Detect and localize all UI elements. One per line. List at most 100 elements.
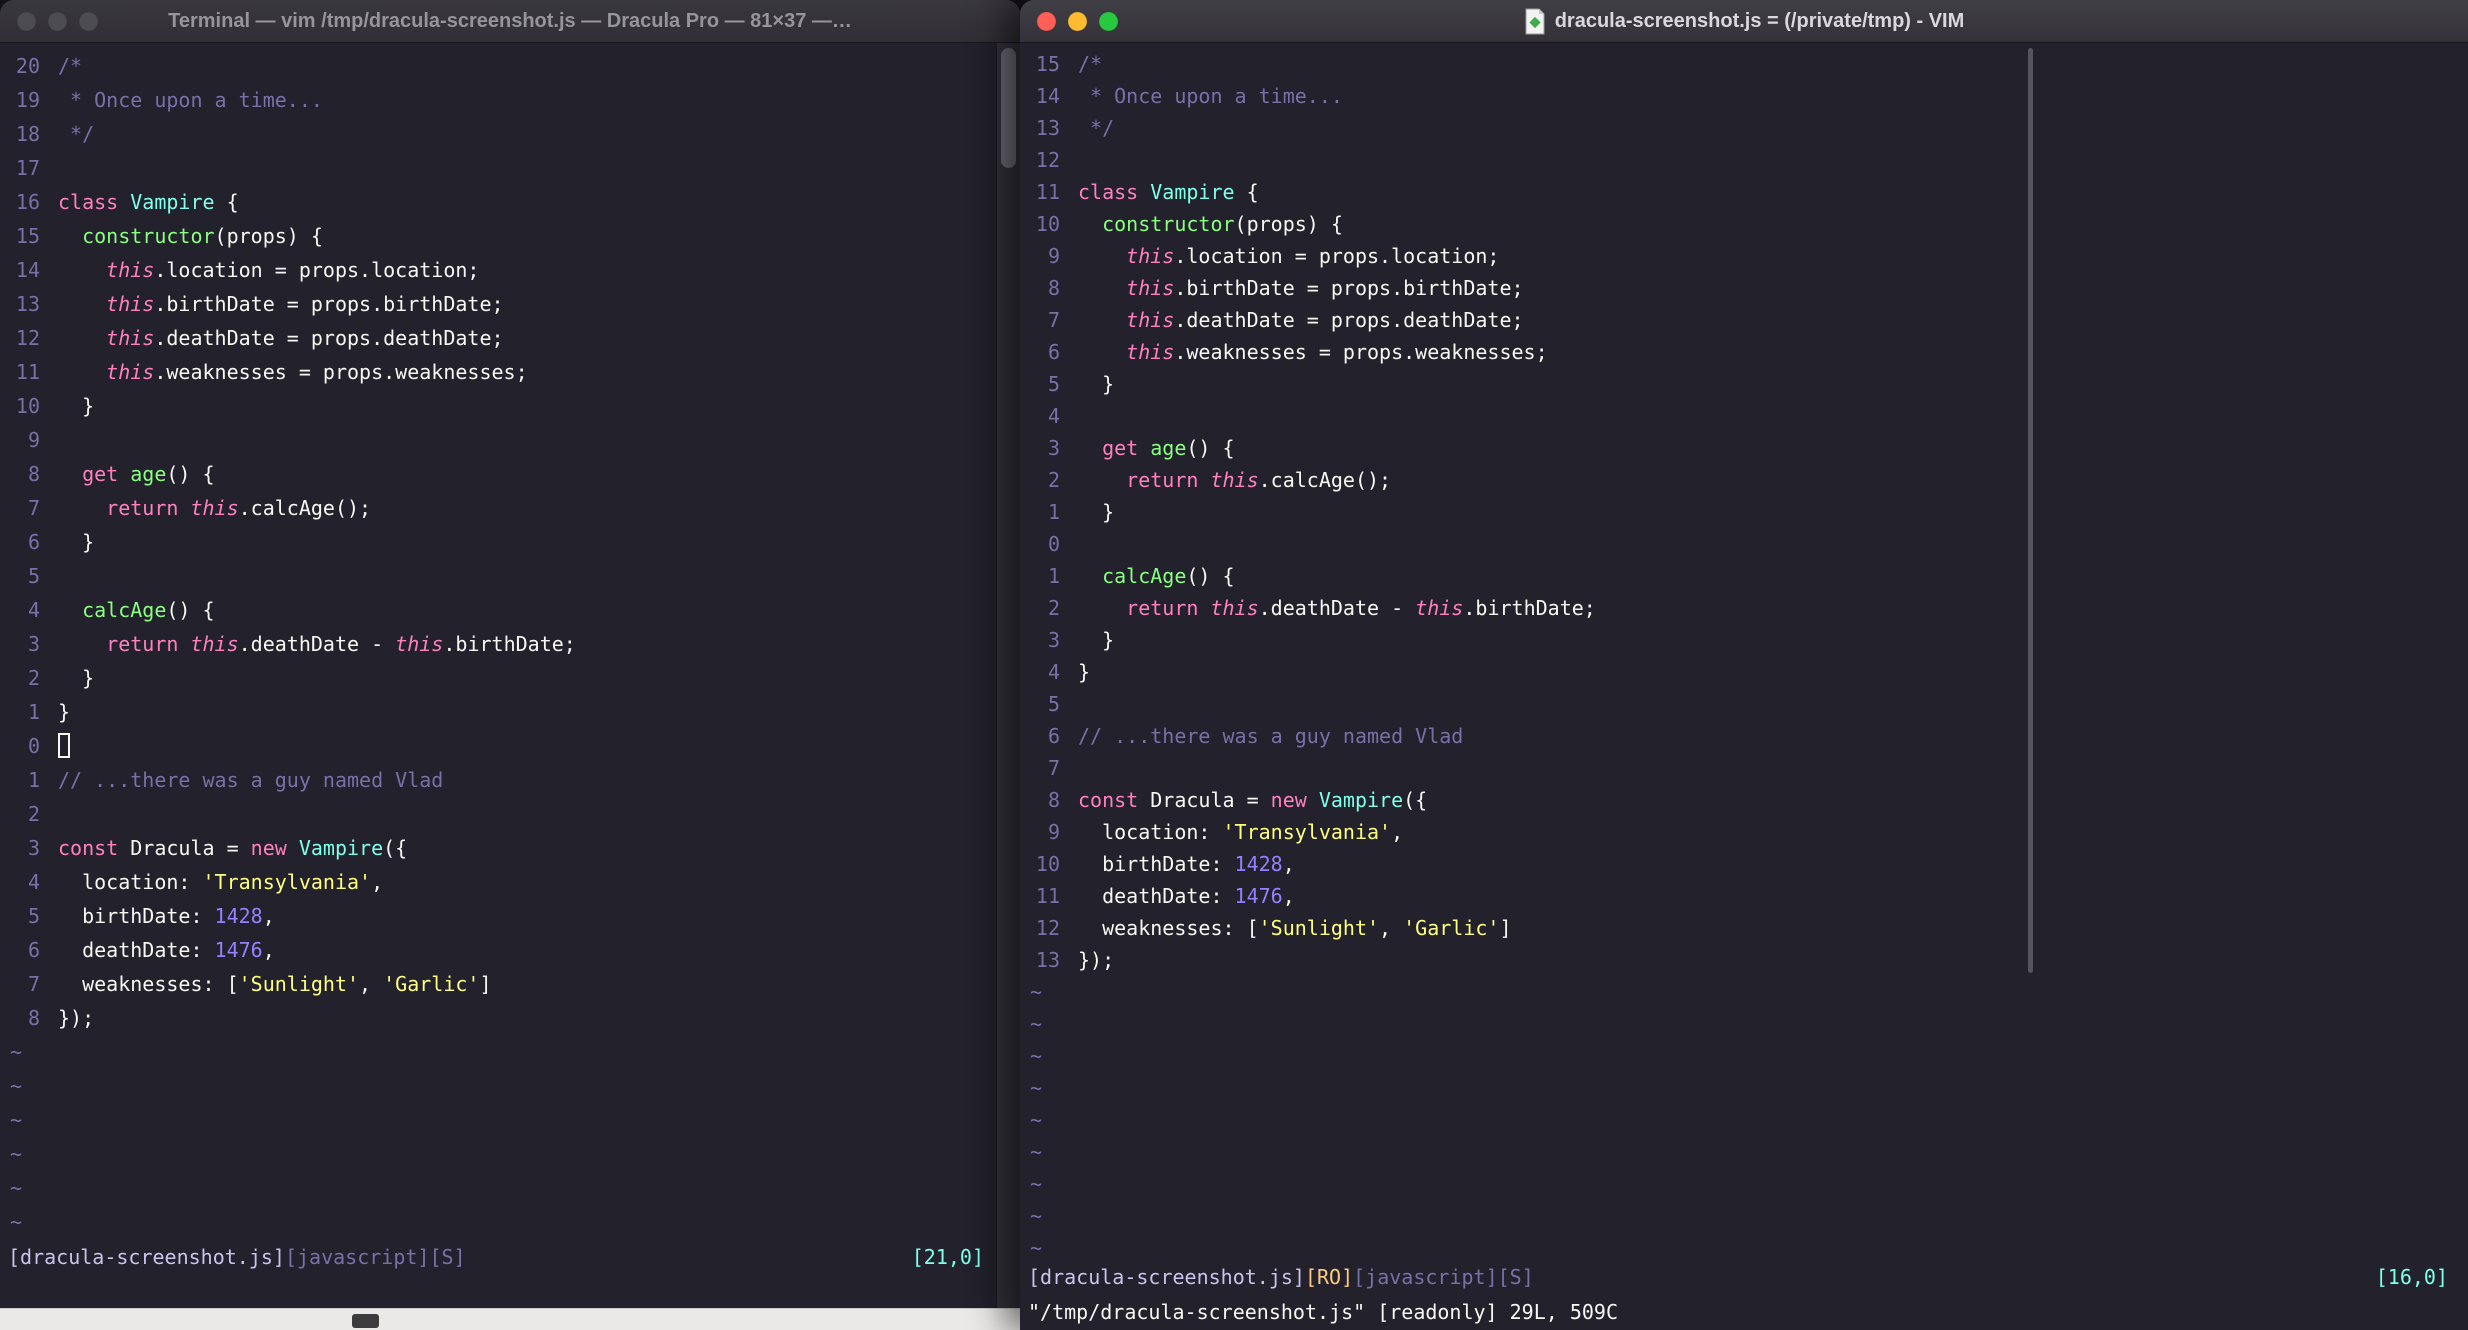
zoom-button[interactable] <box>1099 11 1118 31</box>
code-text: class Vampire { <box>58 190 239 214</box>
code-text: return this.calcAge(); <box>106 496 372 520</box>
code-line: 6 } <box>10 525 996 559</box>
code-text: calcAge() { <box>1102 564 1235 588</box>
minimize-button[interactable] <box>1068 11 1087 31</box>
code-line: 8 const Dracula = new Vampire({ <box>1030 784 2468 816</box>
code-text: this.deathDate = props.deathDate; <box>1126 308 1524 332</box>
line-number: 19 <box>15 88 40 112</box>
tilde-line: ~ <box>1030 980 1043 1004</box>
line-number: 18 <box>15 122 40 146</box>
vim-buffer-area[interactable]: 15/* 14 * Once upon a time... 13 */12 11 cla… <box>1020 43 2468 1330</box>
line-number: 1 <box>27 700 40 724</box>
line-number: 10 <box>1035 212 1060 236</box>
code-text: weaknesses: ['Sunlight', 'Garlic'] <box>1078 916 1512 940</box>
code-line: 3 return this.deathDate - this.birthDate… <box>10 627 996 661</box>
code-line: 16 class Vampire { <box>10 185 996 219</box>
minimize-button[interactable] <box>48 11 67 31</box>
scrollbar-thumb[interactable] <box>1001 48 1016 168</box>
line-number: 13 <box>15 292 40 316</box>
code-text: /* <box>58 54 83 78</box>
code-text: get age() { <box>82 462 215 486</box>
line-number: 5 <box>1047 692 1060 716</box>
line-number: 9 <box>1047 820 1060 844</box>
tilde-line: ~ <box>10 1142 23 1166</box>
line-number: 20 <box>15 54 40 78</box>
code-text: } <box>58 700 71 724</box>
terminal-titlebar[interactable]: Terminal — vim /tmp/dracula-screenshot.j… <box>0 0 1020 43</box>
line-number: 3 <box>1047 628 1060 652</box>
terminal-window[interactable]: Terminal — vim /tmp/dracula-screenshot.j… <box>0 0 1020 1308</box>
zoom-button[interactable] <box>79 11 98 31</box>
close-button[interactable] <box>17 11 36 31</box>
tilde-line: ~ <box>10 1210 23 1234</box>
code-line: 17 <box>10 151 996 185</box>
code-line: 0 <box>1030 528 2468 560</box>
close-button[interactable] <box>1037 11 1056 31</box>
tilde-line: ~ <box>1030 1044 1043 1068</box>
code-text: this.birthDate = props.birthDate; <box>106 292 504 316</box>
code-text: this.location = props.location; <box>1126 244 1500 268</box>
code-line: 1} <box>10 695 996 729</box>
code-line: 6 deathDate: 1476, <box>10 933 996 967</box>
code-line: 12 this.deathDate = props.deathDate; <box>10 321 996 355</box>
code-line: 3 const Dracula = new Vampire({ <box>10 831 996 865</box>
code-line: 3 } <box>1030 624 2468 656</box>
vim-buffer-area[interactable]: 20/* 19 * Once upon a time... 18 */17 16 cla… <box>0 43 996 1308</box>
code-line: 14 * Once upon a time... <box>1030 80 2468 112</box>
vim-message-line: "/tmp/dracula-screenshot.js" [readonly] … <box>1028 1300 1619 1324</box>
line-number: 4 <box>1047 660 1060 684</box>
scrollbar-thumb[interactable] <box>2028 48 2033 973</box>
code-line: 5 } <box>1030 368 2468 400</box>
code-line: 11 this.weaknesses = props.weaknesses; <box>10 355 996 389</box>
code-text: * Once upon a time... <box>58 88 323 112</box>
tilde-line: ~ <box>10 1074 23 1098</box>
line-number: 9 <box>1047 244 1060 268</box>
code-line: 8}); <box>10 1001 996 1035</box>
code-line: 11 deathDate: 1476, <box>1030 880 2468 912</box>
code-text: } <box>58 530 95 554</box>
line-number: 2 <box>27 666 40 690</box>
code-line: 10 constructor(props) { <box>1030 208 2468 240</box>
code-text: location: 'Transylvania', <box>58 870 384 894</box>
tilde-line: ~ <box>1030 1012 1043 1036</box>
line-number: 8 <box>27 462 40 486</box>
line-number: 0 <box>1047 532 1060 556</box>
line-number: 12 <box>1035 916 1060 940</box>
code-line: 7 this.deathDate = props.deathDate; <box>1030 304 2468 336</box>
statusline-readonly-flag: [RO] <box>1304 1265 1354 1289</box>
line-number: 14 <box>15 258 40 282</box>
code-text: this.location = props.location; <box>106 258 480 282</box>
code-text: const Dracula = new Vampire({ <box>58 836 408 860</box>
tilde-line: ~ <box>1030 1108 1043 1132</box>
code-line: 4 location: 'Transylvania', <box>10 865 996 899</box>
line-number: 14 <box>1035 84 1060 108</box>
line-number: 7 <box>1047 756 1060 780</box>
code-text: deathDate: 1476, <box>58 938 275 962</box>
vim-statusline: [dracula-screenshot.js][RO][javascript][… <box>1028 1260 2448 1294</box>
vim-document-icon[interactable] <box>1524 8 1546 35</box>
code-text: } <box>58 394 95 418</box>
code-text: class Vampire { <box>1078 180 1259 204</box>
statusline-filename: [dracula-screenshot.js] <box>1028 1265 1305 1289</box>
tilde-line: ~ <box>1030 1172 1043 1196</box>
line-number: 6 <box>1047 340 1060 364</box>
code-text: calcAge() { <box>82 598 215 622</box>
statusline-cursor-position: [16,0] <box>2375 1265 2448 1289</box>
line-number: 1 <box>1047 564 1060 588</box>
line-number: 11 <box>1035 180 1060 204</box>
code-line: 13}); <box>1030 944 2468 976</box>
code-text: */ <box>58 122 95 146</box>
scrollbar-track[interactable] <box>996 43 1020 1308</box>
code-text: // ...there was a guy named Vlad <box>58 768 444 792</box>
statusline-cursor-position: [21,0] <box>911 1245 984 1269</box>
code-text: } <box>1078 628 1115 652</box>
code-text: } <box>1078 660 1091 684</box>
code-line: 19 * Once upon a time... <box>10 83 996 117</box>
macvim-window[interactable]: dracula-screenshot.js = (/private/tmp) -… <box>1020 0 2468 1330</box>
line-number: 4 <box>1047 404 1060 428</box>
macvim-titlebar[interactable]: dracula-screenshot.js = (/private/tmp) -… <box>1020 0 2468 43</box>
code-line: 2 <box>10 797 996 831</box>
line-number: 4 <box>27 598 40 622</box>
code-line: 10 birthDate: 1428, <box>1030 848 2468 880</box>
code-text: } <box>1078 372 1115 396</box>
